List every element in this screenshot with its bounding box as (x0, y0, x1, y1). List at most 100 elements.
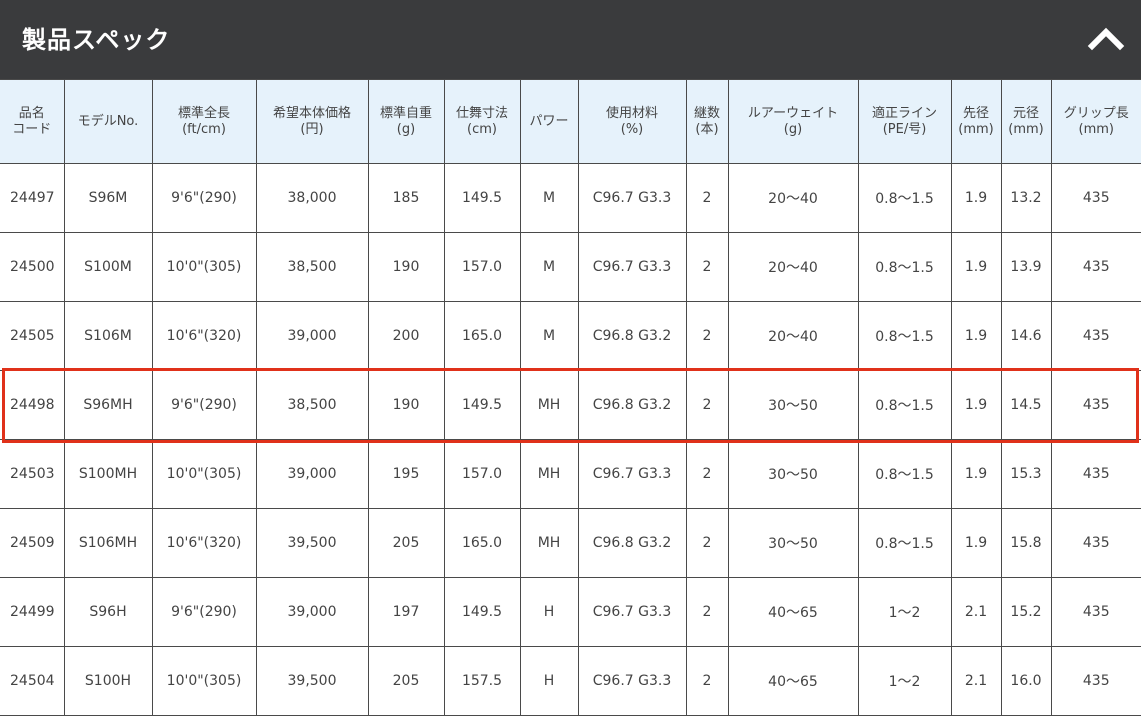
table-cell: C96.7 G3.3 (577, 232, 687, 302)
table-cell: 1～2 (857, 646, 952, 716)
column-header: グリップ長 (mm) (1050, 79, 1141, 164)
table-cell: 2 (685, 370, 729, 440)
table-cell: S96M (63, 163, 153, 233)
table-cell: 435 (1050, 646, 1141, 716)
table-cell: M (519, 301, 579, 371)
table-row: 24505 S106M 10'6"(320) 39,000 200 165.0 M C96.8… (0, 301, 1141, 371)
column-header-unit: (本) (695, 121, 719, 137)
table-cell: 435 (1050, 439, 1141, 509)
table-cell: 190 (367, 232, 445, 302)
table-cell: 10'0"(305) (151, 439, 257, 509)
table-cell: 13.9 (1000, 232, 1052, 302)
table-cell: 2 (685, 301, 729, 371)
table-cell: 190 (367, 370, 445, 440)
table-row: 24500 S100M 10'0"(305) 38,500 190 157.0 M C96.7… (0, 232, 1141, 302)
table-cell: MH (519, 439, 579, 509)
column-header-label: グリップ長 (1063, 105, 1129, 121)
table-cell: 205 (367, 646, 445, 716)
table-cell: 24500 (0, 232, 65, 302)
column-header-unit: (ft/cm) (182, 121, 226, 137)
table-cell: 0.8～1.5 (857, 163, 952, 233)
table-cell: S100H (63, 646, 153, 716)
column-header: 仕舞寸法 (cm) (443, 79, 521, 164)
column-header: 品名 コード (0, 79, 65, 164)
column-header: 元径 (mm) (1000, 79, 1052, 164)
table-cell: S100MH (63, 439, 153, 509)
table-row: 24497 S96M 9'6"(290) 38,000 185 149.5 M C96.7 G… (0, 163, 1141, 233)
column-header-unit: (mm) (1008, 121, 1044, 137)
column-header-unit: (g) (396, 121, 416, 137)
table-cell: S96H (63, 577, 153, 647)
table-cell: 10'6"(320) (151, 508, 257, 578)
table-cell: 38,000 (255, 163, 369, 233)
table-cell: 165.0 (443, 301, 521, 371)
table-cell: 435 (1050, 301, 1141, 371)
column-header-label: 仕舞寸法 (455, 105, 508, 121)
column-header-unit: (cm) (467, 121, 497, 137)
table-cell: 24497 (0, 163, 65, 233)
table-cell: 435 (1050, 508, 1141, 578)
table-cell: 0.8～1.5 (857, 232, 952, 302)
table-cell: 39,500 (255, 646, 369, 716)
table-cell: 2.1 (950, 577, 1002, 647)
table-cell: 1.9 (950, 232, 1002, 302)
column-header-unit: (mm) (1078, 121, 1114, 137)
table-cell: 1.9 (950, 301, 1002, 371)
table-cell: 24509 (0, 508, 65, 578)
table-cell: 0.8～1.5 (857, 370, 952, 440)
table-cell: S106MH (63, 508, 153, 578)
table-cell: C96.8 G3.2 (577, 508, 687, 578)
table-cell: 24499 (0, 577, 65, 647)
table-cell: 10'6"(320) (151, 301, 257, 371)
table-cell: 38,500 (255, 232, 369, 302)
table-cell: 197 (367, 577, 445, 647)
table-cell: 30～50 (727, 370, 859, 440)
column-header: 継数 (本) (685, 79, 729, 164)
table-cell: 10'0"(305) (151, 646, 257, 716)
table-cell: 157.0 (443, 232, 521, 302)
spec-section-header[interactable]: 製品スペック (0, 0, 1141, 79)
table-cell: 14.5 (1000, 370, 1052, 440)
column-header: 標準全長 (ft/cm) (151, 79, 257, 164)
column-header: 使用材料 (%) (577, 79, 687, 164)
table-cell: 195 (367, 439, 445, 509)
table-cell: M (519, 163, 579, 233)
table-cell: 157.0 (443, 439, 521, 509)
table-cell: 1.9 (950, 508, 1002, 578)
column-header-label: 継数 (693, 105, 720, 121)
spec-table: 品名 コード モデルNo. 標準全長 (ft/cm) 希望本体価格 (円) 標準自重 (g) 仕舞… (0, 79, 1141, 716)
table-cell: C96.7 G3.3 (577, 577, 687, 647)
table-header-row: 品名 コード モデルNo. 標準全長 (ft/cm) 希望本体価格 (円) 標準自重 (g) 仕舞… (0, 79, 1141, 164)
column-header-label: 標準全長 (177, 105, 230, 121)
table-cell: 435 (1050, 232, 1141, 302)
column-header-label: 先径 (962, 105, 989, 121)
table-cell: 9'6"(290) (151, 370, 257, 440)
collapse-button[interactable] (1086, 20, 1126, 56)
table-cell: 149.5 (443, 163, 521, 233)
column-header-unit: (mm) (958, 121, 994, 137)
column-header-label: 使用材料 (605, 105, 658, 121)
column-header-unit: (%) (620, 121, 644, 137)
table-cell: H (519, 577, 579, 647)
table-cell: 40～65 (727, 577, 859, 647)
table-cell: 0.8～1.5 (857, 508, 952, 578)
table-cell: C96.7 G3.3 (577, 646, 687, 716)
table-row: 24503 S100MH 10'0"(305) 39,000 195 157.0 MH C96… (0, 439, 1141, 509)
column-header-label: パワー (529, 113, 569, 129)
spec-table-container: 品名 コード モデルNo. 標準全長 (ft/cm) 希望本体価格 (円) 標準自重 (g) 仕舞… (0, 79, 1141, 716)
table-cell: C96.7 G3.3 (577, 439, 687, 509)
table-cell: 1.9 (950, 439, 1002, 509)
table-cell: 2.1 (950, 646, 1002, 716)
table-cell: 149.5 (443, 577, 521, 647)
table-cell: 2 (685, 577, 729, 647)
table-cell: 13.2 (1000, 163, 1052, 233)
table-row: 24509 S106MH 10'6"(320) 39,500 205 165.0 MH C96… (0, 508, 1141, 578)
table-cell: S100M (63, 232, 153, 302)
table-cell: 200 (367, 301, 445, 371)
table-cell: 2 (685, 439, 729, 509)
table-cell: 14.6 (1000, 301, 1052, 371)
table-cell: 0.8～1.5 (857, 439, 952, 509)
column-header: 先径 (mm) (950, 79, 1002, 164)
table-cell: M (519, 232, 579, 302)
table-cell: S96MH (63, 370, 153, 440)
